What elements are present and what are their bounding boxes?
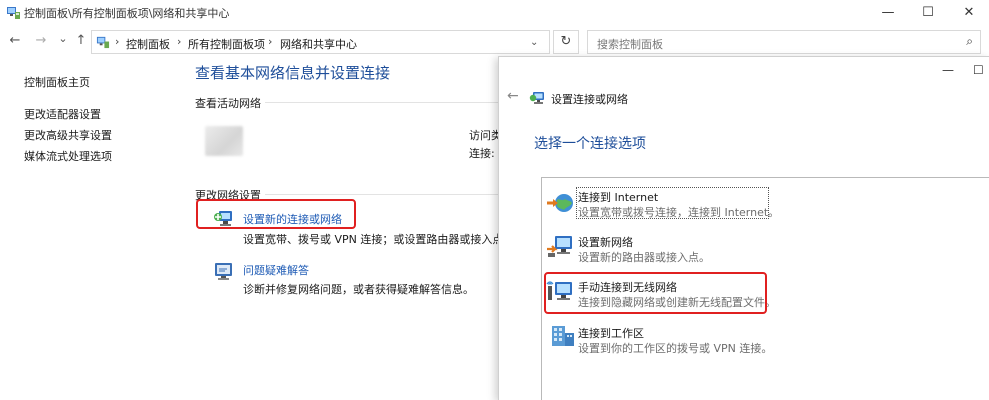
forward-button[interactable]: →: [33, 33, 49, 48]
sidebar-item-media-streaming[interactable]: 媒体流式处理选项: [24, 148, 112, 164]
dialog-minimize-button[interactable]: —: [942, 63, 954, 77]
search-icon[interactable]: ⌕: [966, 34, 973, 49]
title-bar: 控制面板\所有控制面板项\网络和共享中心 — ☐ ✕: [0, 0, 989, 26]
troubleshoot-description: 诊断并修复网络问题，或者获得疑难解答信息。: [243, 283, 474, 296]
recent-locations-button[interactable]: ⌄: [55, 32, 71, 45]
page-title: 查看基本网络信息并设置连接: [195, 64, 391, 82]
search-placeholder: 搜索控制面板: [597, 38, 663, 51]
back-button[interactable]: ←: [7, 33, 23, 48]
minimize-button[interactable]: —: [874, 4, 902, 22]
sidebar-item-sharing-settings[interactable]: 更改高级共享设置: [24, 127, 112, 143]
network-icon: [205, 126, 243, 156]
breadcrumb-all-items[interactable]: 所有控制面板项: [188, 36, 265, 52]
new-network-icon: [547, 236, 572, 257]
workplace-icon: [552, 326, 574, 346]
dialog-maximize-button[interactable]: ☐: [973, 63, 984, 77]
option-connect-workplace-description: 设置到你的工作区的拨号或 VPN 连接。: [578, 342, 773, 355]
up-button[interactable]: ↑: [73, 33, 89, 48]
option-connect-internet-description: 设置宽带或拨号连接，连接到 Internet。: [578, 206, 780, 219]
active-networks-label: 查看活动网络: [195, 97, 261, 110]
dialog-back-button[interactable]: ←: [507, 88, 519, 104]
option-connect-workplace[interactable]: 连接到工作区: [578, 325, 644, 341]
highlight-box: [196, 199, 356, 229]
option-new-network[interactable]: 设置新网络: [578, 234, 633, 250]
dialog-title: 设置连接或网络: [551, 93, 628, 106]
globe-connect-icon: [547, 194, 573, 212]
connections-label: 连接:: [469, 147, 495, 160]
breadcrumb-separator: ›: [115, 35, 120, 48]
maximize-button[interactable]: ☐: [914, 4, 942, 22]
address-bar[interactable]: › 控制面板 › 所有控制面板项 › 网络和共享中心 ⌄: [91, 30, 550, 54]
breadcrumb-separator[interactable]: ›: [177, 35, 181, 48]
dialog-heading: 选择一个连接选项: [534, 136, 646, 152]
control-panel-icon: [7, 7, 20, 19]
window-title: 控制面板\所有控制面板项\网络和共享中心: [24, 7, 230, 20]
setup-connection-dialog: — ☐ ← 设置连接或网络 选择一个连接选项 连接到 Internet 设置宽带…: [498, 56, 989, 400]
search-box[interactable]: 搜索控制面板 ⌕: [587, 30, 981, 54]
section-divider: [265, 102, 498, 103]
breadcrumb-network-center[interactable]: 网络和共享中心: [280, 36, 357, 52]
troubleshoot-icon: [215, 263, 232, 280]
section-divider: [265, 194, 498, 195]
control-panel-icon: [96, 36, 110, 49]
network-setup-icon: [529, 92, 544, 104]
close-button[interactable]: ✕: [955, 4, 983, 22]
option-connect-internet[interactable]: 连接到 Internet: [578, 189, 658, 205]
option-new-network-description: 设置新的路由器或接入点。: [578, 251, 710, 264]
sidebar-item-home[interactable]: 控制面板主页: [24, 74, 90, 90]
breadcrumb-control-panel[interactable]: 控制面板: [126, 36, 170, 52]
setup-connection-description: 设置宽带、拨号或 VPN 连接；或设置路由器或接入点。: [243, 233, 515, 246]
refresh-button[interactable]: ↻: [553, 30, 579, 54]
address-dropdown-icon[interactable]: ⌄: [530, 37, 538, 48]
navigation-bar: ← → ⌄ ↑ › 控制面板 › 所有控制面板项 › 网络和共享中心 ⌄ ↻ 搜…: [0, 26, 989, 58]
highlight-box: [544, 272, 767, 314]
sidebar-item-adapter-settings[interactable]: 更改适配器设置: [24, 106, 101, 122]
troubleshoot-link[interactable]: 问题疑难解答: [243, 262, 309, 278]
breadcrumb-separator[interactable]: ›: [268, 35, 272, 48]
